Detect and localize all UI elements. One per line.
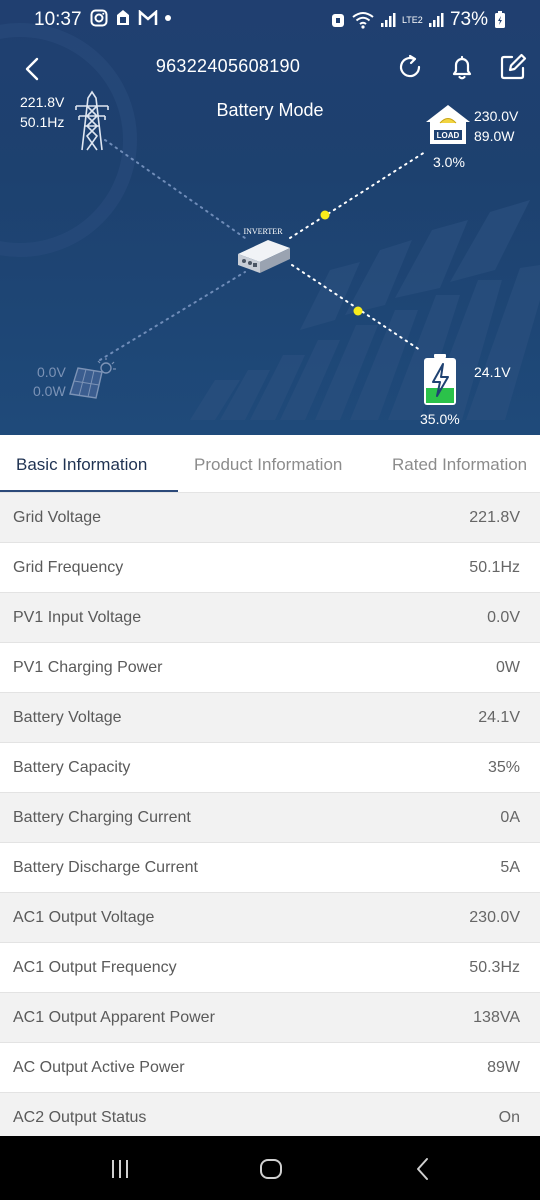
row-value: 221.8V [469,508,520,526]
row-value: 50.1Hz [469,558,520,576]
row-label: PV1 Input Voltage [13,608,142,626]
recent-apps-icon[interactable] [105,1154,135,1184]
row-value: 89W [487,1058,520,1076]
power-flow-panel: 10:37 LTE2 73% 96322405608190 Battery Mo… [0,0,540,435]
battery-flow-dot [353,306,363,316]
inverter-label: INVERTER [243,227,283,236]
grid-flow-line [104,139,246,239]
info-tabs: Basic Information Product Information Ra… [0,435,540,493]
grid-voltage-label: 221.8V [20,94,65,110]
tab-product-information[interactable]: Product Information [194,455,342,475]
row-label: Battery Voltage [13,708,122,726]
table-row: PV1 Charging Power 0W [0,643,540,693]
back-nav-icon[interactable] [408,1154,438,1184]
row-value: 230.0V [469,908,520,926]
row-label: Battery Charging Current [13,808,191,826]
row-value: 0A [500,808,520,826]
row-label: Battery Discharge Current [13,858,198,876]
grid-frequency-label: 50.1Hz [20,114,65,130]
inverter-icon: INVERTER [238,227,290,273]
solar-panel-icon [69,358,116,399]
table-row: AC1 Output Frequency 50.3Hz [0,943,540,993]
row-label: PV1 Charging Power [13,658,163,676]
row-label: AC1 Output Frequency [13,958,177,976]
pv-flow-line [99,271,246,361]
row-value: 50.3Hz [469,958,520,976]
row-value: 138VA [473,1008,520,1026]
row-value: 5A [500,858,520,876]
load-flow-line [289,151,426,239]
table-row: Battery Discharge Current 5A [0,843,540,893]
info-list[interactable]: Grid Voltage 221.8V Grid Frequency 50.1Hz … [0,493,540,1136]
load-power-label: 89.0W [474,128,515,144]
row-label: AC2 Output Status [13,1108,147,1126]
load-icon-text: LOAD [437,131,460,140]
pv-voltage-label: 0.0V [37,364,66,380]
table-row: Battery Capacity 35% [0,743,540,793]
table-row: AC1 Output Apparent Power 138VA [0,993,540,1043]
load-voltage-label: 230.0V [474,108,519,124]
load-flow-dot [320,210,330,220]
table-row: PV1 Input Voltage 0.0V [0,593,540,643]
battery-voltage-label: 24.1V [474,364,511,380]
load-percent-label: 3.0% [433,154,465,170]
row-label: Grid Voltage [13,508,102,526]
row-label: AC1 Output Apparent Power [13,1008,215,1026]
tab-rated-information[interactable]: Rated Information [392,455,527,475]
row-value: 35% [487,758,520,776]
table-row: Grid Frequency 50.1Hz [0,543,540,593]
row-value: 0W [496,658,520,676]
load-house-icon: LOAD [426,105,470,144]
table-row: Battery Charging Current 0A [0,793,540,843]
row-value: 0.0V [487,608,520,626]
home-icon[interactable] [256,1154,286,1184]
row-label: AC1 Output Voltage [13,908,155,926]
table-row: Grid Voltage 221.8V [0,493,540,543]
row-label: Grid Frequency [13,558,124,576]
pv-power-label: 0.0W [33,383,66,399]
row-value: 24.1V [478,708,520,726]
table-row: AC2 Output Status On [0,1093,540,1136]
row-label: AC Output Active Power [13,1058,185,1076]
table-row: AC Output Active Power 89W [0,1043,540,1093]
battery-percent-label: 35.0% [420,411,460,427]
table-row: AC1 Output Voltage 230.0V [0,893,540,943]
tab-basic-information[interactable]: Basic Information [16,455,147,475]
battery-icon [424,354,456,405]
row-label: Battery Capacity [13,758,131,776]
grid-tower-icon [75,90,109,151]
table-row: Battery Voltage 24.1V [0,693,540,743]
row-value: On [498,1108,520,1126]
system-nav-bar [0,1136,540,1200]
